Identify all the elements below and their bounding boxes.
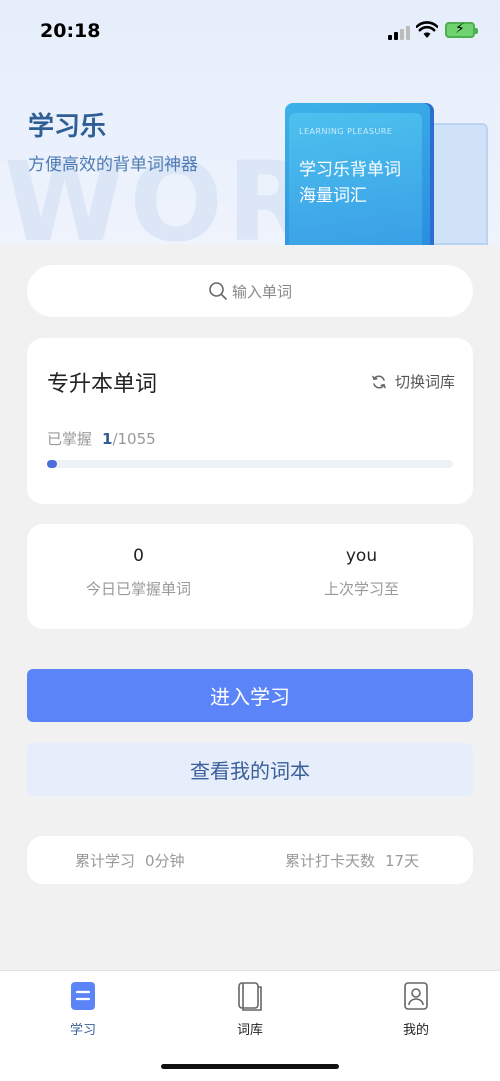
book-icon bbox=[238, 982, 262, 1011]
enter-study-button[interactable]: 进入学习 bbox=[27, 669, 473, 722]
profile-icon bbox=[404, 982, 428, 1010]
total-study-label: 累计学习 bbox=[75, 851, 136, 870]
stat-label: 今日已掌握单词 bbox=[85, 580, 191, 598]
stats-card: 0 今日已掌握单词 you 上次学习至 bbox=[27, 524, 473, 629]
total-checkin-days: 累计打卡天数 17天 bbox=[285, 850, 419, 871]
wordbook-card: 专升本单词 切换词库 已掌握 1/1055 bbox=[27, 338, 473, 504]
hero-banner: 20:18 ⚡ WORD 学习乐 方便高效的背单词神器 LEARNING PLE… bbox=[0, 0, 500, 245]
mastered-count: 1 bbox=[102, 430, 113, 448]
mastered-progress-text: 已掌握 1/1055 bbox=[47, 428, 156, 449]
search-icon bbox=[209, 282, 227, 300]
status-bar: 20:18 ⚡ bbox=[0, 0, 500, 60]
switch-wordbook-label: 切换词库 bbox=[394, 373, 455, 391]
total-study-value: 0分钟 bbox=[145, 851, 185, 870]
book-english-label: LEARNING PLEASURE bbox=[299, 127, 393, 136]
book-illustration: LEARNING PLEASURE 学习乐背单词 海量词汇 bbox=[285, 103, 430, 245]
wifi-icon bbox=[416, 21, 438, 38]
stat-last-studied: you 上次学习至 bbox=[250, 546, 473, 599]
total-checkin-value: 17天 bbox=[385, 851, 420, 870]
book-title-line1: 学习乐背单词 bbox=[299, 160, 401, 180]
search-placeholder: 输入单词 bbox=[231, 282, 292, 301]
search-input[interactable]: 输入单词 bbox=[27, 265, 473, 317]
totals-card: 累计学习 0分钟 累计打卡天数 17天 bbox=[27, 836, 473, 884]
home-indicator bbox=[161, 1064, 339, 1069]
status-time: 20:18 bbox=[40, 20, 101, 42]
study-icon bbox=[71, 982, 95, 1010]
tab-profile[interactable]: 我的 bbox=[386, 981, 446, 1038]
mastered-total: /1055 bbox=[112, 430, 156, 448]
app-title: 学习乐 bbox=[28, 112, 107, 142]
progress-bar bbox=[47, 460, 453, 468]
tab-label: 我的 bbox=[402, 1023, 429, 1038]
stat-value: you bbox=[345, 546, 378, 566]
switch-wordbook-button[interactable]: 切换词库 bbox=[371, 371, 455, 392]
progress-bar-fill bbox=[47, 460, 57, 468]
view-wordbook-button[interactable]: 查看我的词本 bbox=[27, 743, 473, 796]
mastered-label: 已掌握 bbox=[47, 430, 93, 448]
wordbook-title: 专升本单词 bbox=[47, 372, 158, 397]
stat-label: 上次学习至 bbox=[323, 580, 399, 598]
tab-label: 词库 bbox=[236, 1023, 263, 1038]
tab-wordbank[interactable]: 词库 bbox=[220, 981, 280, 1038]
total-checkin-label: 累计打卡天数 bbox=[285, 851, 376, 870]
battery-icon: ⚡ bbox=[445, 21, 478, 38]
book-title-line2: 海量词汇 bbox=[299, 186, 367, 206]
app-subtitle: 方便高效的背单词神器 bbox=[28, 155, 198, 175]
refresh-icon bbox=[372, 374, 386, 389]
tab-study[interactable]: 学习 bbox=[53, 981, 113, 1038]
stat-today-mastered: 0 今日已掌握单词 bbox=[27, 546, 250, 599]
stat-value: 0 bbox=[133, 546, 144, 566]
tab-label: 学习 bbox=[69, 1023, 96, 1038]
total-study-time: 累计学习 0分钟 bbox=[75, 850, 185, 871]
signal-icon bbox=[388, 24, 410, 40]
